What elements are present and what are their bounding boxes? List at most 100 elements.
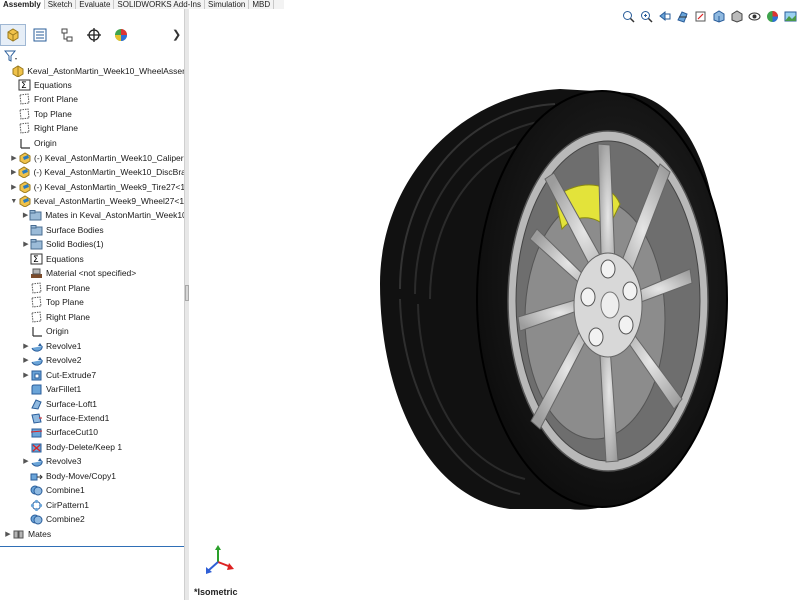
feature-manager-icon <box>7 28 19 42</box>
tree-item-label: Surface Bodies <box>46 225 104 235</box>
tree-item-material-not-specified[interactable]: Material <not specified> <box>22 266 184 280</box>
reference-triad <box>206 545 234 574</box>
tree-item-mates[interactable]: ▶ Mates <box>4 527 184 541</box>
display-style-icon[interactable] <box>730 9 743 23</box>
tree-item-surfacecut10[interactable]: SurfaceCut10 <box>22 425 184 439</box>
tree-item-label: Revolve1 <box>46 341 82 351</box>
tree-item-right-plane[interactable]: Right Plane <box>10 121 184 135</box>
plane-icon <box>18 122 31 134</box>
expand-toggle-icon[interactable]: ▶ <box>4 530 12 538</box>
view-orientation-icon[interactable] <box>712 9 725 23</box>
graphics-area[interactable]: *Isometric <box>190 9 800 600</box>
tree-item-revolve1[interactable]: ▶ Revolve1 <box>22 339 184 353</box>
tree-item-label: Equations <box>46 254 84 264</box>
tree-item-label: Top Plane <box>34 109 72 119</box>
combine-icon <box>30 513 43 525</box>
tab-scroll-right-icon[interactable]: ❯ <box>172 28 181 41</box>
splitter-grip[interactable] <box>185 285 189 301</box>
center-cap <box>600 291 620 319</box>
expand-toggle-icon[interactable]: ▶ <box>10 168 17 176</box>
tree-item-origin[interactable]: Origin <box>22 324 184 338</box>
command-tab-simulation[interactable]: Simulation <box>205 0 250 9</box>
tree-item-combine1[interactable]: Combine1 <box>22 483 184 497</box>
tree-item-combine2[interactable]: Combine2 <box>22 512 184 526</box>
tree-item-label: Material <not specified> <box>46 268 137 278</box>
dynamic-annotation-icon[interactable] <box>694 10 707 23</box>
tree-item-label: Mates <box>28 529 52 539</box>
tree-item-label: Keval_AstonMartin_Week9_Wheel27<1> <box>33 196 184 206</box>
expand-toggle-icon[interactable]: ▶ <box>10 183 18 191</box>
expand-toggle-icon[interactable]: ▶ <box>22 371 30 379</box>
command-tab-solidworks-add-ins[interactable]: SOLIDWORKS Add-Ins <box>114 0 205 9</box>
tree-item-origin[interactable]: Origin <box>10 136 184 150</box>
tree-item-solid-bodies-1[interactable]: ▶ Solid Bodies(1) <box>22 237 184 251</box>
wheel-assembly-model[interactable] <box>340 69 760 529</box>
tree-item-label: SurfaceCut10 <box>46 427 98 437</box>
expand-toggle-icon[interactable]: ▶ <box>22 211 29 219</box>
combine-icon <box>30 484 43 496</box>
expand-toggle-icon[interactable]: ▶ <box>22 240 30 248</box>
tree-item-top-plane[interactable]: Top Plane <box>10 107 184 121</box>
hide-show-icon[interactable] <box>748 10 761 23</box>
command-tab-sketch[interactable]: Sketch <box>45 0 77 9</box>
tree-item-cut-extrude7[interactable]: ▶ Cut-Extrude7 <box>22 368 184 382</box>
expand-toggle-icon[interactable]: ▶ <box>22 457 30 465</box>
tree-item-label: Revolve2 <box>46 355 82 365</box>
panel-splitter[interactable] <box>184 9 189 600</box>
property-manager-tab[interactable] <box>27 24 53 46</box>
tree-item-right-plane[interactable]: Right Plane <box>22 310 184 324</box>
section-view-icon[interactable] <box>676 10 689 23</box>
tree-item-revolve3[interactable]: ▶ Revolve3 <box>22 454 184 468</box>
display-manager-tab[interactable] <box>108 24 134 46</box>
zoom-to-area-icon[interactable] <box>640 10 653 23</box>
tree-item-label: VarFillet1 <box>46 384 82 394</box>
material-icon <box>30 267 43 279</box>
tree-item-surface-extend1[interactable]: Surface-Extend1 <box>22 411 184 425</box>
expand-toggle-icon[interactable]: ▶ <box>10 154 18 162</box>
edit-appearance-icon[interactable] <box>766 10 779 23</box>
tree-item-keval-astonmartin-week10-discbrake[interactable]: ▶ (-) Keval_AstonMartin_Week10_DiscBrake <box>10 165 184 179</box>
tree-item-label: (-) Keval_AstonMartin_Week10_DiscBrake <box>33 167 184 177</box>
expand-toggle-icon[interactable]: ▼ <box>10 198 18 205</box>
component-icon <box>18 195 31 207</box>
plane-icon <box>30 282 43 294</box>
tree-item-revolve2[interactable]: ▶ Revolve2 <box>22 353 184 367</box>
tree-filter[interactable] <box>4 49 18 63</box>
solid-bodies-icon <box>30 238 43 250</box>
command-tab-mbd[interactable]: MBD <box>249 0 275 9</box>
tree-item-keval-astonmartin-week10-caliper[interactable]: ▶ (-) Keval_AstonMartin_Week10_Caliper <box>10 151 184 165</box>
tree-item-equations[interactable]: Σ Equations <box>10 78 184 92</box>
command-manager-tabs: Assembly Sketch Evaluate SOLIDWORKS Add-Ins… <box>0 0 284 9</box>
plane-icon <box>18 93 31 105</box>
plane-icon <box>30 296 43 308</box>
tree-item-surface-loft1[interactable]: Surface-Loft1 <box>22 397 184 411</box>
tree-item-body-delete-keep-1[interactable]: Body-Delete/Keep 1 <box>22 440 184 454</box>
configuration-manager-tab[interactable] <box>54 24 80 46</box>
tree-item-top-plane[interactable]: Top Plane <box>22 295 184 309</box>
expand-toggle-icon[interactable]: ▶ <box>22 342 30 350</box>
component-icon <box>18 152 31 164</box>
previous-view-icon[interactable] <box>658 10 671 23</box>
tree-item-keval-astonmartin-week10-wheelassembly[interactable]: Keval_AstonMartin_Week10_WheelAssembly <box>4 64 184 78</box>
tree-item-mates-in-keval-astonmartin-week10-w[interactable]: ▶ Mates in Keval_AstonMartin_Week10_W <box>22 208 184 222</box>
tree-item-keval-astonmartin-week9-wheel27-1[interactable]: ▼ Keval_AstonMartin_Week9_Wheel27<1> <box>10 194 184 208</box>
tree-item-label: Origin <box>34 138 57 148</box>
tree-item-equations[interactable]: Σ Equations <box>22 252 184 266</box>
tree-item-surface-bodies[interactable]: Surface Bodies <box>22 223 184 237</box>
tree-item-label: Body-Move/Copy1 <box>46 471 116 481</box>
revolve-icon <box>30 354 43 366</box>
command-tab-evaluate[interactable]: Evaluate <box>76 0 115 9</box>
feature-manager-tab[interactable] <box>0 24 26 46</box>
zoom-to-fit-icon[interactable] <box>622 10 635 23</box>
tree-item-front-plane[interactable]: Front Plane <box>10 92 184 106</box>
apply-scene-icon[interactable] <box>784 10 797 23</box>
tree-item-varfillet1[interactable]: VarFillet1 <box>22 382 184 396</box>
tree-item-keval-astonmartin-week9-tire27-1[interactable]: ▶ (-) Keval_AstonMartin_Week9_Tire27<1> <box>10 180 184 194</box>
expand-toggle-icon[interactable]: ▶ <box>22 356 30 364</box>
command-tab-assembly[interactable]: Assembly <box>0 0 45 9</box>
tree-item-body-move-copy1[interactable]: Body-Move/Copy1 <box>22 469 184 483</box>
surface-extend-icon <box>30 412 43 424</box>
tree-item-front-plane[interactable]: Front Plane <box>22 281 184 295</box>
dimxpert-tab[interactable] <box>81 24 107 46</box>
tree-item-cirpattern1[interactable]: CirPattern1 <box>22 498 184 512</box>
